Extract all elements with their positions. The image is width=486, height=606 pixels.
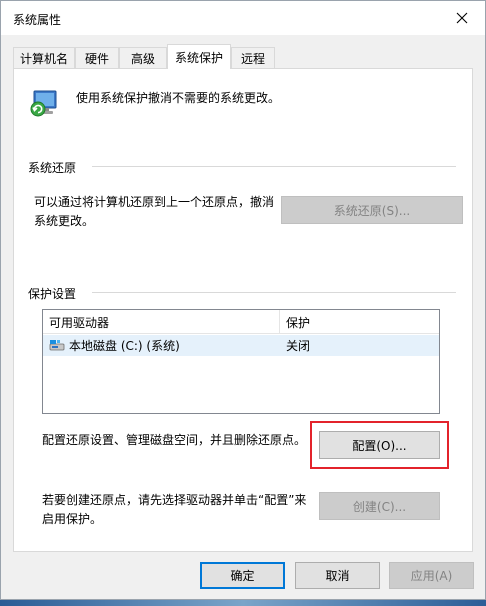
column-header-protection[interactable]: 保护: [280, 310, 439, 334]
restore-description: 可以通过将计算机还原到上一个还原点，撤消: [34, 195, 275, 209]
drive-list[interactable]: 可用驱动器 保护 本地磁盘 (C:) (系统) 关闭: [42, 309, 440, 414]
create-button[interactable]: 创建(C)...: [319, 492, 440, 520]
column-header-drives[interactable]: 可用驱动器: [43, 310, 279, 334]
tab-advanced[interactable]: 高级: [119, 47, 167, 68]
cancel-button[interactable]: 取消: [295, 562, 380, 589]
tab-label: 计算机名: [19, 51, 68, 66]
title-bar[interactable]: 系统属性: [1, 1, 485, 35]
close-button[interactable]: [439, 1, 485, 35]
drive-name: 本地磁盘 (C:) (系统): [69, 339, 180, 353]
button-label: 配置(O)...: [352, 438, 407, 453]
group-divider: [92, 166, 456, 167]
system-protection-icon: [30, 90, 57, 117]
desktop-background-strip: [0, 600, 486, 606]
configure-button[interactable]: 配置(O)...: [319, 431, 440, 459]
tab-panel: 使用系统保护撤消不需要的系统更改。 系统还原 可以通过将计算机还原到上一个还原点…: [13, 68, 473, 552]
protection-status: 关闭: [286, 339, 311, 353]
tab-hardware[interactable]: 硬件: [75, 47, 119, 68]
close-icon: [456, 12, 468, 24]
protection-cell: 关闭: [286, 335, 310, 356]
protection-group-label: 保护设置: [28, 285, 85, 302]
button-label: 取消: [325, 569, 350, 583]
tab-remote[interactable]: 远程: [231, 47, 275, 68]
column-label: 保护: [286, 315, 311, 330]
restore-group-label: 系统还原: [28, 159, 85, 176]
tab-system-protection[interactable]: 系统保护: [167, 44, 231, 69]
button-label: 创建(C)...: [352, 499, 407, 514]
button-label: 应用(A): [410, 569, 453, 583]
system-properties-window: 系统属性 计算机名 硬件 高级 系统保护 远程 使用系统保护撤消不需要的系统更改…: [0, 0, 486, 600]
header-description: 使用系统保护撤消不需要的系统更改。: [76, 91, 281, 105]
configure-description: 配置还原设置、管理磁盘空间，并且删除还原点。: [42, 433, 307, 447]
system-restore-button[interactable]: 系统还原(S)...: [281, 196, 463, 224]
create-description: 若要创建还原点，请先选择驱动器并单击“配置”来: [42, 493, 307, 507]
drive-icon: [49, 339, 65, 350]
ok-button[interactable]: 确定: [200, 562, 285, 589]
button-label: 系统还原(S)...: [333, 203, 411, 218]
list-header: 可用驱动器 保护: [43, 310, 439, 334]
apply-button[interactable]: 应用(A): [389, 562, 474, 589]
column-label: 可用驱动器: [49, 315, 110, 330]
group-divider: [92, 292, 456, 293]
tab-label: 远程: [240, 51, 265, 66]
tab-label: 硬件: [84, 51, 109, 66]
window-title: 系统属性: [13, 13, 62, 27]
tab-label: 系统保护: [174, 50, 223, 65]
drive-cell: 本地磁盘 (C:) (系统): [49, 335, 180, 356]
table-row[interactable]: 本地磁盘 (C:) (系统) 关闭: [43, 335, 439, 356]
create-description-cont: 启用保护。: [42, 512, 103, 526]
button-label: 确定: [230, 569, 255, 583]
restore-description-cont: 系统更改。: [34, 214, 95, 228]
tab-label: 高级: [130, 51, 155, 66]
tab-computer-name[interactable]: 计算机名: [13, 47, 75, 68]
